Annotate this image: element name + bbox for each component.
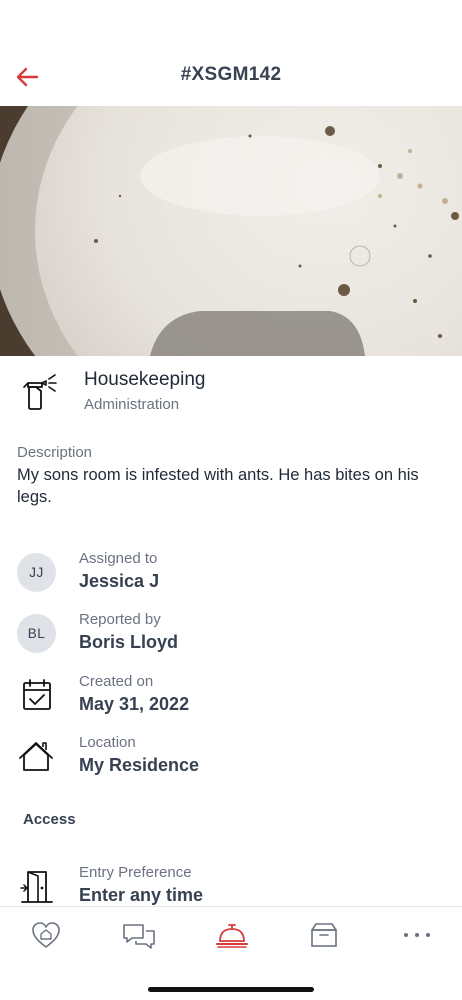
request-photo[interactable] (0, 106, 462, 356)
created-on-label: Created on (79, 673, 154, 690)
tab-messages[interactable] (114, 917, 164, 953)
access-heading: Access (23, 811, 76, 828)
reported-by-label: Reported by (79, 611, 161, 628)
tab-requests[interactable] (207, 917, 257, 953)
chat-bubbles-icon (123, 924, 155, 949)
more-dots-icon (404, 933, 430, 937)
door-icon (20, 871, 53, 903)
assigned-to-label: Assigned to (79, 550, 158, 567)
assigned-to-value: Jessica J (79, 571, 160, 591)
request-category: Housekeeping Administration (0, 365, 462, 425)
location-value: My Residence (79, 755, 200, 775)
reported-by-row: BL Reported by Boris Lloyd (0, 611, 462, 663)
created-on-value: May 31, 2022 (79, 694, 190, 714)
created-on-row: Created on May 31, 2022 (0, 673, 462, 725)
tab-home[interactable] (21, 917, 71, 953)
calendar-check-icon (23, 679, 51, 710)
location-label: Location (79, 734, 136, 751)
assigned-to-row: JJ Assigned to Jessica J (0, 550, 462, 602)
service-bell-icon (216, 924, 248, 948)
entry-preference-value: Enter any time (79, 885, 204, 905)
category-title: Housekeeping (84, 369, 206, 390)
location-row: Location My Residence (0, 734, 462, 786)
reported-by-value: Boris Lloyd (79, 632, 179, 652)
house-icon (19, 742, 53, 771)
page-title: #XSGM142 (180, 64, 282, 85)
home-indicator (148, 987, 314, 992)
entry-preference-label: Entry Preference (79, 864, 192, 881)
top-bar: #XSGM142 (0, 0, 462, 106)
avatar: BL (17, 614, 56, 653)
description-label: Description (17, 444, 93, 461)
tab-packages[interactable] (299, 917, 349, 953)
spray-bottle-icon (23, 374, 57, 410)
category-subtitle: Administration (84, 396, 180, 413)
tab-more[interactable] (392, 917, 442, 953)
bottom-tab-bar (0, 906, 462, 1000)
avatar: JJ (17, 553, 56, 592)
heart-home-icon (32, 922, 60, 948)
description-text: My sons room is infested with ants. He h… (17, 466, 419, 506)
archive-box-icon (311, 923, 337, 947)
